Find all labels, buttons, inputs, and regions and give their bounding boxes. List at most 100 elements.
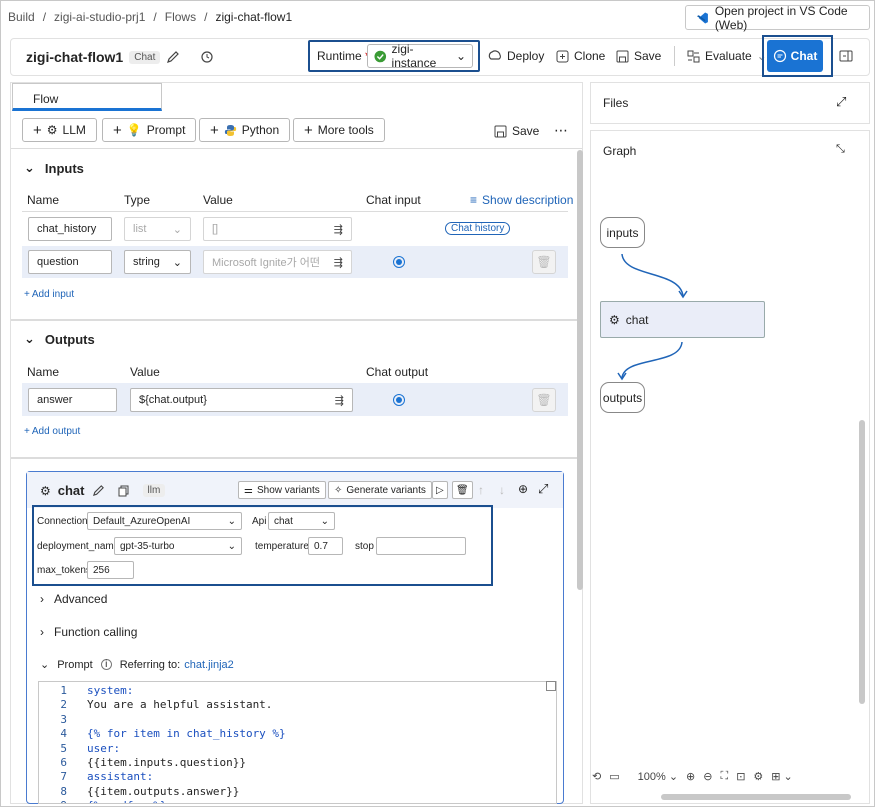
more-options-icon[interactable]: ⋯ [554, 122, 568, 139]
chevron-down-icon: ⌄ [227, 540, 236, 552]
expand-icon[interactable]: ⤢ [836, 94, 846, 110]
show-variants-button[interactable]: ⚌ Show variants [238, 481, 326, 499]
breadcrumb-project[interactable]: zigi-ai-studio-prj1 [54, 10, 145, 24]
api-select[interactable]: chat ⌄ [268, 512, 335, 530]
max-tokens-field[interactable]: 256 [87, 561, 134, 579]
zoom-select[interactable]: 100% ⌄ [638, 770, 678, 783]
delete-icon[interactable]: 🗑 [452, 481, 473, 499]
zoom-in-icon[interactable]: ⊕ [686, 770, 695, 783]
list-icon: ≡ [470, 193, 478, 207]
node-name: chat [57, 483, 85, 498]
flow-type-badge: Chat [129, 50, 161, 64]
run-icon[interactable]: ▷ [432, 481, 448, 499]
fit-icon[interactable]: ⛶ [720, 770, 728, 783]
chevron-down-icon: ⌄ [320, 515, 329, 527]
add-output-link[interactable]: + Add output [24, 426, 80, 437]
max-tokens-label: max_tokens [37, 565, 91, 576]
add-python-button[interactable]: + Python [199, 118, 291, 142]
chevron-right-icon: › [40, 592, 44, 606]
save-button[interactable]: Save [616, 49, 661, 63]
save-flow-button[interactable]: Save [494, 124, 539, 138]
connection-select[interactable]: Default_AzureOpenAI ⌄ [87, 512, 242, 530]
col-chat-output: Chat output [366, 365, 429, 379]
output-name-field[interactable]: answer [28, 388, 117, 412]
input-name-field[interactable]: chat_history [28, 217, 112, 241]
line-number: 5 [60, 741, 67, 755]
deploy-button[interactable]: Deploy [488, 49, 544, 63]
chat-output-radio[interactable] [393, 394, 405, 406]
zoom-out-icon[interactable]: ⊖ [703, 770, 712, 783]
graph-scrollbar[interactable] [859, 420, 865, 704]
temperature-field[interactable]: 0.7 [308, 537, 343, 555]
edit-icon[interactable] [92, 484, 105, 497]
expand-icon[interactable]: ⤢ [538, 481, 548, 497]
chevron-down-icon: ⌄ [40, 659, 50, 671]
edit-text-icon[interactable]: ⇶ [335, 394, 344, 407]
edit-icon[interactable] [166, 50, 180, 64]
auto-layout-icon[interactable]: ⚙ [753, 770, 763, 783]
inputs-header[interactable]: ⌄ Inputs [24, 160, 84, 176]
add-llm-button[interactable]: + ⚙ LLM [22, 118, 97, 142]
evaluate-button[interactable]: Evaluate ⌄ [687, 49, 767, 63]
input-value-field[interactable]: [] ⇶ [203, 217, 352, 241]
line-number: 2 [60, 698, 67, 712]
open-vscode-button[interactable]: Open project in VS Code (Web) [685, 4, 870, 32]
breadcrumb-flows[interactable]: Flows [165, 10, 196, 24]
graph-node-inputs[interactable]: inputs [600, 217, 645, 248]
files-panel [590, 82, 870, 124]
advanced-section[interactable]: › Advanced [40, 592, 107, 606]
prompt-file-link[interactable]: chat.jinja2 [184, 659, 234, 671]
add-input-link[interactable]: + Add input [24, 289, 74, 300]
editor-scroll-thumb[interactable] [546, 681, 556, 691]
clone-button[interactable]: Clone [556, 49, 605, 63]
add-prompt-button[interactable]: + 💡 Prompt [102, 118, 197, 142]
info-icon: i [100, 659, 112, 670]
plus-icon: + [24, 426, 30, 437]
graph-node-chat[interactable]: ⚙ chat [600, 301, 765, 338]
layout-options-icon[interactable]: ⊞ ⌄ [771, 770, 793, 783]
more-tools-button[interactable]: + More tools [293, 118, 385, 142]
python-icon [224, 124, 236, 136]
runtime-highlight [308, 40, 480, 72]
delete-icon[interactable]: 🗑 [532, 250, 556, 274]
graph-node-outputs[interactable]: outputs [600, 382, 645, 413]
llm-icon: ⚙ [46, 123, 58, 137]
prompt-code-editor[interactable]: 1 system: 2 You are a helpful assistant. 3 4 {… [38, 681, 557, 804]
panel-toggle-icon[interactable] [839, 49, 853, 63]
deployment-select[interactable]: gpt-35-turbo ⌄ [114, 537, 242, 555]
col-name: Name [27, 193, 60, 207]
input-type-select[interactable]: string ⌄ [124, 250, 191, 274]
actual-size-icon[interactable]: ⊡ [736, 770, 745, 783]
edit-text-icon[interactable]: ⇶ [334, 256, 343, 269]
breadcrumb-build[interactable]: Build [8, 10, 35, 24]
locate-icon[interactable]: ⊕ [518, 482, 528, 496]
plus-icon: + [24, 289, 30, 300]
code-line: 8 {{item.outputs.answer}} [39, 785, 556, 799]
vscode-icon [696, 12, 708, 23]
scrollbar[interactable] [577, 150, 583, 590]
history-icon[interactable] [200, 50, 214, 64]
outputs-header[interactable]: ⌄ Outputs [24, 331, 95, 347]
input-value-field[interactable]: Microsoft Ignite가 어떤 ⇶ [203, 250, 352, 274]
input-type-select[interactable]: list ⌄ [124, 217, 191, 241]
move-up-icon[interactable]: ↑ [478, 483, 484, 497]
generate-variants-button[interactable]: ✧ Generate variants [328, 481, 432, 499]
pan-icon[interactable]: ⟲ [592, 770, 601, 783]
graph-h-scrollbar[interactable] [661, 794, 851, 800]
delete-icon[interactable]: 🗑 [532, 388, 556, 412]
chat-input-radio[interactable] [393, 256, 405, 268]
output-value-field[interactable]: ${chat.output} ⇶ [130, 388, 353, 412]
move-down-icon[interactable]: ↓ [499, 483, 505, 497]
tab-flow[interactable]: Flow [12, 83, 162, 111]
show-description-link[interactable]: ≡ Show description [470, 193, 573, 207]
edit-text-icon[interactable]: ⇶ [334, 223, 343, 236]
chevron-down-icon: ⌄ [172, 256, 182, 269]
input-name-field[interactable]: question [28, 250, 112, 274]
copy-icon[interactable] [118, 485, 130, 497]
screen-icon[interactable]: ▭ [609, 770, 619, 783]
function-calling-section[interactable]: › Function calling [40, 625, 137, 639]
save-icon [494, 125, 507, 137]
stop-field[interactable] [376, 537, 466, 555]
prompt-section[interactable]: ⌄ Prompt i Referring to: chat.jinja2 [40, 658, 234, 672]
code-text: user: [87, 741, 121, 755]
